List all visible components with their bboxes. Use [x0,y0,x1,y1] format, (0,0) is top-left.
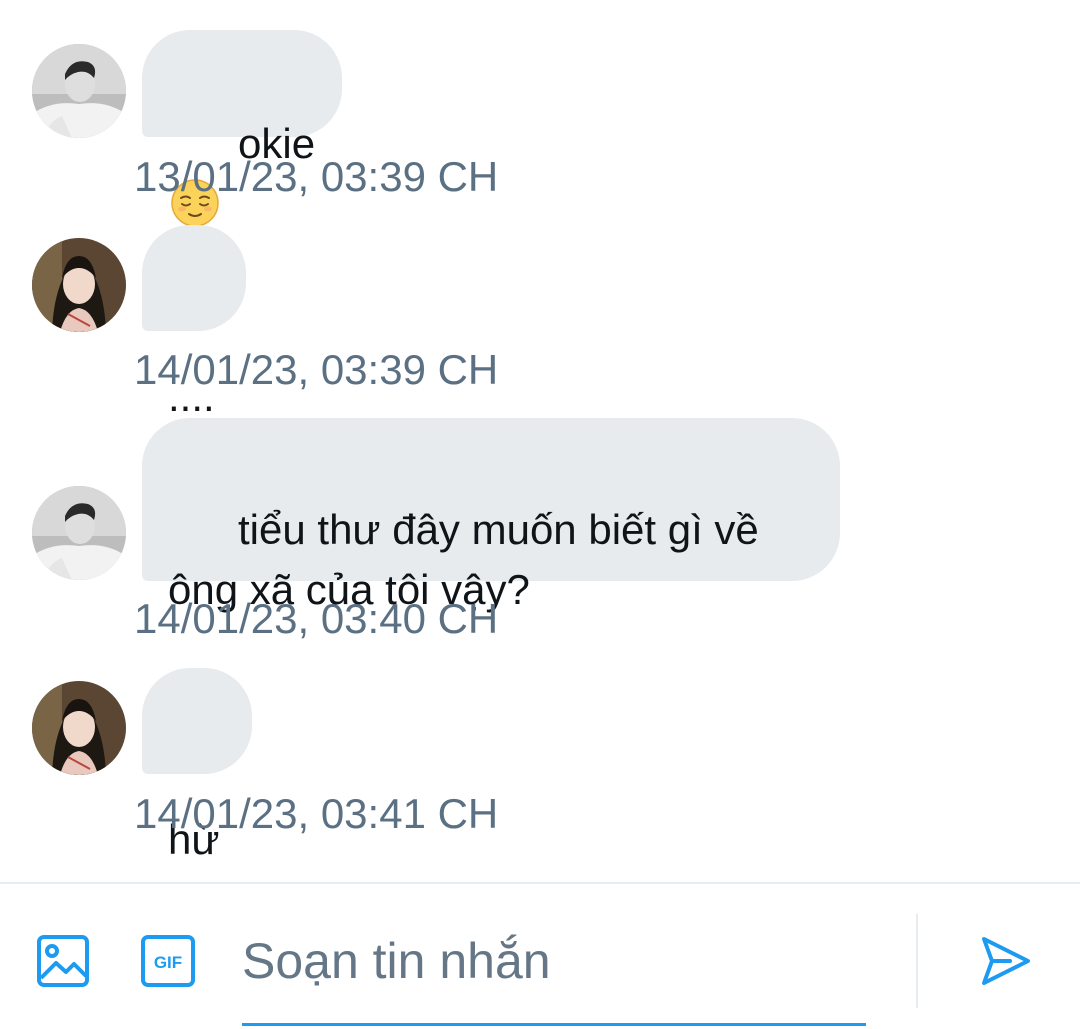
avatar-female-photo [32,238,126,332]
message-composer: GIF Soạn tin nhắn [0,882,1080,1029]
image-icon [37,935,89,987]
gif-label: GIF [154,953,182,972]
avatar-male[interactable] [32,44,126,138]
message-timestamp: 14/01/23, 03:40 CH [134,595,499,642]
image-button[interactable] [36,934,90,988]
message-bubble[interactable]: okie [142,30,342,227]
send-button[interactable] [980,935,1032,987]
message-timestamp: 14/01/23, 03:41 CH [134,790,499,837]
composer-divider [916,914,918,1008]
gif-button[interactable]: GIF [140,934,196,988]
message-timestamp: 14/01/23, 03:39 CH [134,346,499,393]
avatar-male-photo [32,486,126,580]
avatar-female[interactable] [32,238,126,332]
avatar-male[interactable] [32,486,126,580]
message-input-placeholder: Soạn tin nhắn [242,933,551,989]
message-bubble[interactable]: .... [142,225,246,420]
message-bubble[interactable]: hừ [142,668,252,863]
avatar-female-photo [32,681,126,775]
gif-icon: GIF [141,935,195,987]
message-input[interactable]: Soạn tin nhắn [242,924,866,1026]
avatar-female[interactable] [32,681,126,775]
message-thread: okie 13/01/23, 03:39 CH .... 14/01/23, 0… [0,0,1080,882]
avatar-male-photo [32,44,126,138]
send-icon [982,937,1030,985]
message-timestamp: 13/01/23, 03:39 CH [134,153,499,200]
message-bubble[interactable]: tiểu thư đây muốn biết gì về ông xã của … [142,418,840,613]
